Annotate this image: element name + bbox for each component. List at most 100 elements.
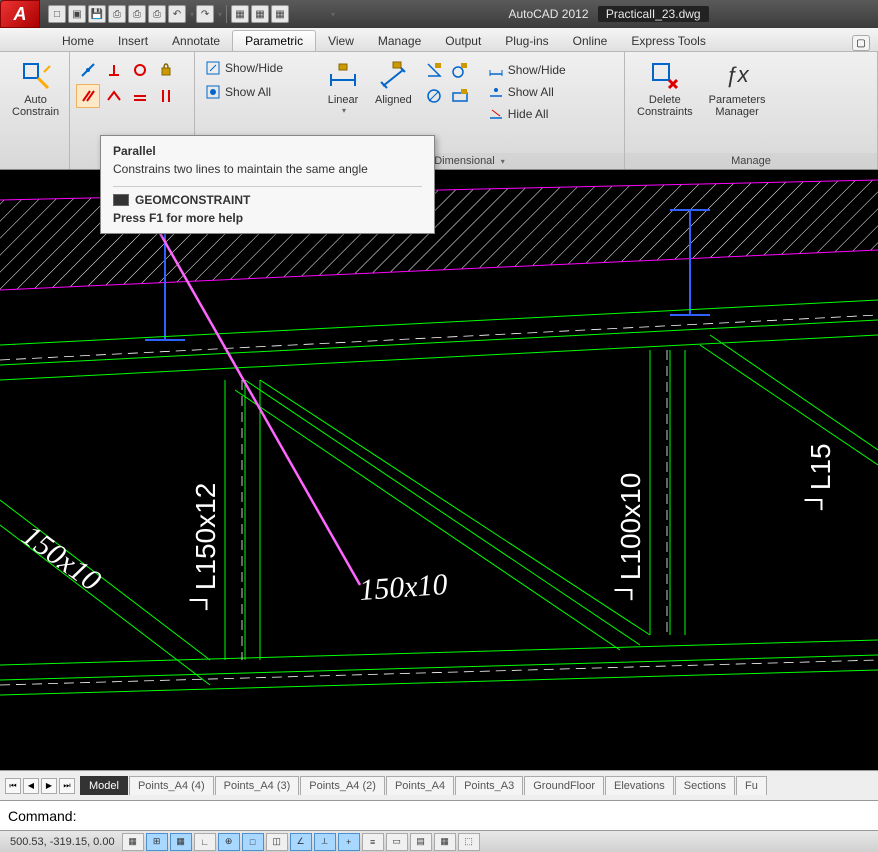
vertical-icon[interactable] bbox=[154, 84, 178, 108]
layout-tab[interactable]: Elevations bbox=[605, 776, 674, 795]
coincident-icon[interactable] bbox=[76, 58, 100, 82]
parameters-manager-button[interactable]: ƒx Parameters Manager bbox=[701, 56, 774, 122]
horizontal-icon[interactable] bbox=[102, 84, 126, 108]
status-3dosnap-icon[interactable]: ◫ bbox=[266, 833, 288, 851]
tab-plugins[interactable]: Plug-ins bbox=[493, 31, 560, 51]
auto-constrain-icon bbox=[20, 60, 52, 92]
tab-home[interactable]: Home bbox=[50, 31, 106, 51]
qat-layer-icon[interactable]: ▦ bbox=[271, 5, 289, 23]
layout-next-icon[interactable]: ▶ bbox=[41, 778, 57, 794]
layout-tab[interactable]: Fu bbox=[736, 776, 767, 795]
tab-parametric[interactable]: Parametric bbox=[232, 30, 316, 51]
qat-cloud-icon[interactable]: ▦ bbox=[231, 5, 249, 23]
tab-view[interactable]: View bbox=[316, 31, 366, 51]
qat-open-icon[interactable]: ▣ bbox=[68, 5, 86, 23]
fix-icon[interactable] bbox=[154, 58, 178, 82]
svg-text:ƒx: ƒx bbox=[725, 62, 749, 87]
layout-last-icon[interactable]: ⏭ bbox=[59, 778, 75, 794]
aligned-icon bbox=[377, 60, 409, 92]
status-sc-icon[interactable]: ▦ bbox=[434, 833, 456, 851]
layout-prev-icon[interactable]: ◀ bbox=[23, 778, 39, 794]
panel-expand-icon: ▾ bbox=[501, 157, 505, 166]
qat-separator bbox=[226, 5, 227, 23]
tab-annotate[interactable]: Annotate bbox=[160, 31, 232, 51]
delete-constraints-button[interactable]: Delete Constraints bbox=[629, 56, 701, 122]
tab-insert[interactable]: Insert bbox=[106, 31, 160, 51]
status-infer-icon[interactable]: ▦ bbox=[122, 833, 144, 851]
redo-dropdown-icon[interactable]: ▾ bbox=[218, 10, 222, 19]
auto-constrain-button[interactable]: Auto Constrain bbox=[4, 56, 67, 122]
dim-hide-all-label: Hide All bbox=[508, 107, 549, 121]
drawing-canvas[interactable]: 150x10 ┘L150x12 150x10 ┘L100x10 ┘L15 bbox=[0, 170, 878, 770]
tab-online[interactable]: Online bbox=[561, 31, 620, 51]
status-tpy-icon[interactable]: ▭ bbox=[386, 833, 408, 851]
app-name: AutoCAD 2012 bbox=[508, 7, 588, 21]
tab-expresstools[interactable]: Express Tools bbox=[619, 31, 717, 51]
layout-first-icon[interactable]: ⏮ bbox=[5, 778, 21, 794]
qat-ws-icon[interactable]: ▦ bbox=[251, 5, 269, 23]
tab-output[interactable]: Output bbox=[433, 31, 493, 51]
qat-plot-icon[interactable]: ⎙ bbox=[148, 5, 166, 23]
geom-show-all-button[interactable]: Show All bbox=[199, 82, 277, 102]
status-ducs-icon[interactable]: ⟂ bbox=[314, 833, 336, 851]
layout-tab-bar: ⏮ ◀ ▶ ⏭ Model Points_A4 (4) Points_A4 (3… bbox=[0, 770, 878, 800]
command-prompt: Command: bbox=[8, 808, 76, 824]
tangent-icon[interactable] bbox=[128, 58, 152, 82]
tab-manage[interactable]: Manage bbox=[366, 31, 433, 51]
dim-show-all-button[interactable]: Show All bbox=[482, 82, 572, 102]
qat-undo-icon[interactable]: ↶ bbox=[168, 5, 186, 23]
convert-icon[interactable] bbox=[448, 84, 472, 108]
linear-button[interactable]: Linear ▾ bbox=[319, 56, 367, 119]
status-grid-icon[interactable]: ▦ bbox=[170, 833, 192, 851]
undo-dropdown-icon[interactable]: ▾ bbox=[190, 10, 194, 19]
parallel-icon[interactable] bbox=[76, 84, 100, 108]
status-otrack-icon[interactable]: ∠ bbox=[290, 833, 312, 851]
qat-new-icon[interactable]: □ bbox=[48, 5, 66, 23]
dim-hide-all-icon bbox=[488, 106, 504, 122]
status-osnap-icon[interactable]: □ bbox=[242, 833, 264, 851]
aligned-button[interactable]: Aligned bbox=[367, 56, 420, 110]
layout-tab[interactable]: GroundFloor bbox=[524, 776, 604, 795]
dim-hide-all-button[interactable]: Hide All bbox=[482, 104, 572, 124]
qat-redo-icon[interactable]: ↷ bbox=[196, 5, 214, 23]
tooltip-parallel: Parallel Constrains two lines to maintai… bbox=[100, 135, 435, 234]
linear-dropdown-icon[interactable]: ▾ bbox=[342, 106, 346, 115]
dim-show-hide-button[interactable]: Show/Hide bbox=[482, 60, 572, 80]
title-bar: A □ ▣ 💾 ⎙ ⎙ ⎙ ↶ ▾ ↷ ▾ ▦ ▦ ▦ ▾ AutoCAD 20… bbox=[0, 0, 878, 28]
diameter-icon[interactable] bbox=[422, 84, 446, 108]
layout-tab[interactable]: Points_A4 (4) bbox=[129, 776, 214, 795]
perpendicular-icon[interactable] bbox=[102, 58, 126, 82]
radius-icon[interactable] bbox=[448, 58, 472, 82]
status-lwt-icon[interactable]: ≡ bbox=[362, 833, 384, 851]
geom-show-hide-button[interactable]: Show/Hide bbox=[199, 58, 289, 78]
ribbon-minimize-button[interactable]: ▢ bbox=[852, 35, 870, 51]
geom-show-all-label: Show All bbox=[225, 85, 271, 99]
qat-customize-icon[interactable]: ▾ bbox=[331, 10, 335, 19]
delete-constraints-label: Delete Constraints bbox=[637, 94, 693, 118]
collinear-icon[interactable] bbox=[128, 84, 152, 108]
layout-tab-model[interactable]: Model bbox=[80, 776, 128, 795]
dim-show-hide-label: Show/Hide bbox=[508, 63, 566, 77]
layout-tab[interactable]: Points_A4 (2) bbox=[300, 776, 385, 795]
status-model-icon[interactable]: ⬚ bbox=[458, 833, 480, 851]
qat-save-icon[interactable]: 💾 bbox=[88, 5, 106, 23]
status-ortho-icon[interactable]: ∟ bbox=[194, 833, 216, 851]
layout-tab[interactable]: Sections bbox=[675, 776, 735, 795]
qat-saveas-icon[interactable]: ⎙ bbox=[108, 5, 126, 23]
app-menu-button[interactable]: A bbox=[0, 0, 40, 28]
layout-tab[interactable]: Points_A3 bbox=[455, 776, 523, 795]
status-qp-icon[interactable]: ▤ bbox=[410, 833, 432, 851]
layout-tab[interactable]: Points_A4 (3) bbox=[215, 776, 300, 795]
qat-print-icon[interactable]: ⎙ bbox=[128, 5, 146, 23]
coordinates-display[interactable]: 500.53, -319.15, 0.00 bbox=[4, 836, 121, 848]
command-line[interactable]: Command: bbox=[0, 800, 878, 830]
status-snap-icon[interactable]: ⊞ bbox=[146, 833, 168, 851]
status-dyn-icon[interactable]: + bbox=[338, 833, 360, 851]
tooltip-divider bbox=[113, 186, 422, 187]
layout-tab[interactable]: Points_A4 bbox=[386, 776, 454, 795]
panel-autoconstrain: Auto Constrain bbox=[0, 52, 70, 169]
angular-icon[interactable] bbox=[422, 58, 446, 82]
status-polar-icon[interactable]: ⊕ bbox=[218, 833, 240, 851]
window-title: AutoCAD 2012 PracticalI_23.dwg bbox=[339, 7, 878, 21]
manage-panel-title: Manage bbox=[625, 153, 877, 169]
